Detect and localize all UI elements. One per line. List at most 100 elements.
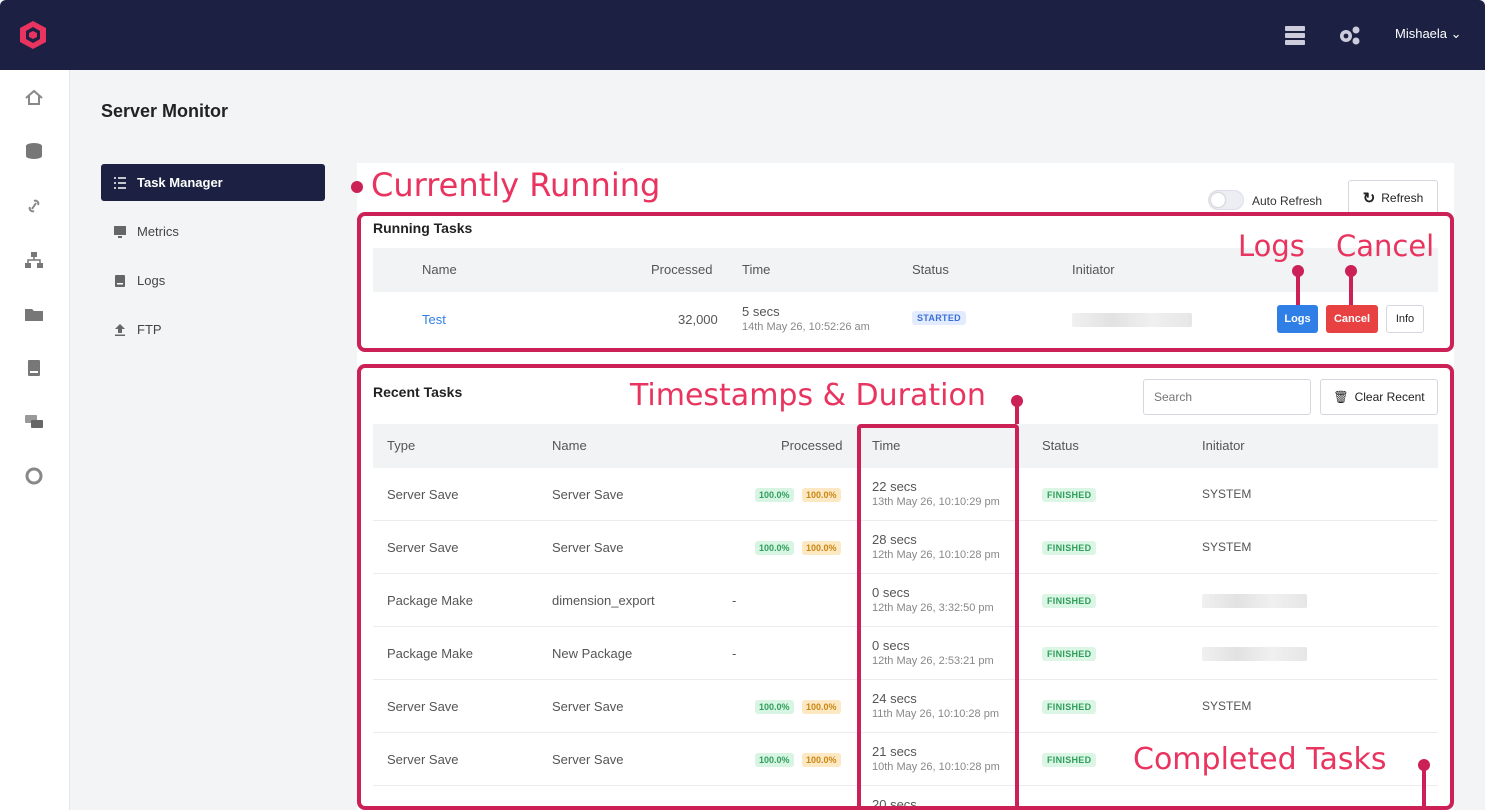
page-title: Server Monitor xyxy=(101,101,229,121)
task-type: Server Save xyxy=(387,487,459,502)
task-list-icon xyxy=(114,176,126,189)
duration: 28 secs xyxy=(872,532,917,547)
running-tasks-title: Running Tasks xyxy=(373,220,473,236)
initiator: SYSTEM xyxy=(1202,540,1252,554)
progress-badge: 100.0% xyxy=(802,700,841,714)
status-badge: STARTED xyxy=(912,311,966,325)
menu-item-label: FTP xyxy=(137,322,162,337)
processed-count: 32,000 xyxy=(678,312,718,327)
task-name: New Package xyxy=(552,646,633,661)
progress-badge: 100.0% xyxy=(755,488,794,502)
time-cell: 5 secs 14th May 26, 10:52:26 am xyxy=(742,304,870,333)
task-type: Server Save xyxy=(387,752,459,767)
annotation-stem xyxy=(1349,272,1353,305)
task-name: Server Save xyxy=(552,699,624,714)
col-header[interactable]: Processed xyxy=(651,262,712,277)
database-icon[interactable] xyxy=(24,142,44,160)
annotation-currently-running: Currently Running xyxy=(371,166,661,204)
recent-table-header xyxy=(373,424,1438,468)
settings-gears-icon[interactable] xyxy=(1337,24,1361,46)
status-badge: FINISHED xyxy=(1042,753,1097,767)
folder-icon[interactable] xyxy=(24,305,44,323)
auto-refresh-toggle[interactable] xyxy=(1208,190,1244,210)
info-button[interactable]: Info xyxy=(1386,305,1424,333)
row-divider xyxy=(373,520,1438,521)
row-divider xyxy=(373,573,1438,574)
clear-recent-label: Clear Recent xyxy=(1354,390,1425,404)
annotation-dot xyxy=(351,181,363,193)
task-name: Server Save xyxy=(552,487,624,502)
redacted-initiator xyxy=(1072,313,1192,327)
duration: 20 secs xyxy=(872,797,917,810)
server-icon[interactable] xyxy=(1283,24,1307,46)
col-header[interactable]: Processed xyxy=(781,438,842,453)
task-type: Server Save xyxy=(387,699,459,714)
duration: 0 secs xyxy=(872,638,910,653)
task-name-link[interactable]: Test xyxy=(422,312,446,327)
annotation-stem xyxy=(1015,402,1019,424)
menu-item-ftp[interactable]: FTP xyxy=(101,311,325,348)
refresh-icon: ↻ xyxy=(1362,190,1376,207)
book-icon xyxy=(115,274,125,287)
time-cell: 0 secs 12th May 26, 3:32:50 pm xyxy=(872,585,994,614)
menu-item-label: Logs xyxy=(137,273,166,288)
cancel-button[interactable]: Cancel xyxy=(1326,305,1378,333)
annotation-stem xyxy=(1296,272,1300,305)
clear-recent-button[interactable]: 🗑 Clear Recent xyxy=(1320,379,1438,415)
progress-badge: 100.0% xyxy=(802,488,841,502)
logo-icon[interactable] xyxy=(18,20,48,50)
duration: 24 secs xyxy=(872,691,917,706)
col-header[interactable]: Name xyxy=(552,438,587,453)
chat-icon[interactable] xyxy=(24,413,44,431)
col-header[interactable]: Initiator xyxy=(1072,262,1115,277)
menu-item-logs[interactable]: Logs xyxy=(101,262,325,299)
duration: 5 secs xyxy=(742,304,780,319)
row-divider xyxy=(373,626,1438,627)
lifebuoy-icon[interactable] xyxy=(24,467,44,485)
upload-icon xyxy=(115,323,125,336)
auto-refresh-label: Auto Refresh xyxy=(1252,194,1323,208)
book-icon[interactable] xyxy=(24,359,44,377)
menu-item-task-manager[interactable]: Task Manager xyxy=(101,164,325,201)
user-name: Mishaela xyxy=(1395,26,1448,41)
time-cell: 21 secs 10th May 26, 10:10:28 pm xyxy=(872,744,1000,773)
refresh-label: Refresh xyxy=(1381,191,1424,205)
refresh-button[interactable]: ↻ Refresh xyxy=(1348,180,1438,216)
logs-button[interactable]: Logs xyxy=(1277,305,1318,333)
col-header[interactable]: Status xyxy=(912,262,949,277)
processed-value: - xyxy=(732,593,737,608)
col-header[interactable]: Status xyxy=(1042,438,1079,453)
link-icon[interactable] xyxy=(24,197,44,215)
timestamp: 12th May 26, 3:32:50 pm xyxy=(872,602,994,614)
search-input[interactable] xyxy=(1143,379,1311,415)
progress-badge: 100.0% xyxy=(755,700,794,714)
progress-badge: 100.0% xyxy=(802,541,841,555)
annotation-completed: Completed Tasks xyxy=(1133,742,1387,777)
col-header[interactable]: Initiator xyxy=(1202,438,1245,453)
timestamp: 10th May 26, 10:10:28 pm xyxy=(872,761,1000,773)
menu-item-metrics[interactable]: Metrics xyxy=(101,213,325,250)
home-icon[interactable] xyxy=(24,88,44,106)
progress-badge: 100.0% xyxy=(755,541,794,555)
duration: 21 secs xyxy=(872,744,917,759)
user-menu[interactable]: Mishaela ⌄ xyxy=(1395,26,1462,42)
menu-item-label: Metrics xyxy=(137,224,179,239)
progress-badge: 100.0% xyxy=(802,753,841,767)
menu-item-label: Task Manager xyxy=(137,175,223,190)
col-header[interactable]: Type xyxy=(387,438,415,453)
col-header[interactable]: Time xyxy=(742,262,770,277)
col-header[interactable]: Time xyxy=(872,438,900,453)
status-badge: FINISHED xyxy=(1042,594,1097,608)
task-type: Package Make xyxy=(387,646,473,661)
network-icon[interactable] xyxy=(24,251,44,269)
status-badge: FINISHED xyxy=(1042,647,1097,661)
time-cell: 0 secs 12th May 26, 2:53:21 pm xyxy=(872,638,994,667)
col-header[interactable]: Name xyxy=(422,262,457,277)
processed-value: - xyxy=(732,646,737,661)
row-divider xyxy=(373,785,1438,786)
task-name: Server Save xyxy=(552,752,624,767)
recent-tasks-title: Recent Tasks xyxy=(373,384,463,400)
task-name: Server Save xyxy=(552,540,624,555)
monitor-icon xyxy=(114,225,126,238)
timestamp: 12th May 26, 2:53:21 pm xyxy=(872,655,994,667)
